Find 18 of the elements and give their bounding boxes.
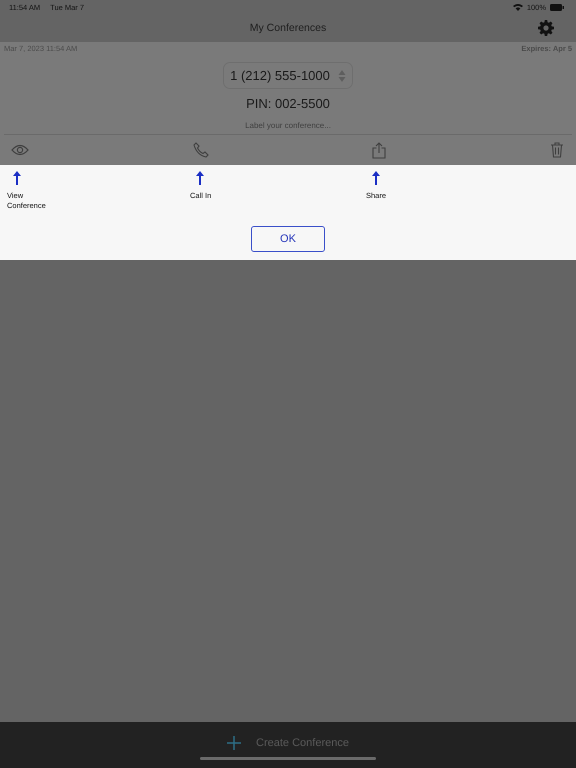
up-arrow-icon [13, 171, 21, 185]
plus-icon [227, 736, 242, 750]
nav-title: My Conferences [250, 22, 326, 34]
up-arrow-icon [196, 171, 204, 185]
phone-number-picker[interactable]: 1 (212) 555-1000 [223, 62, 353, 89]
stepper-arrows-icon [338, 68, 346, 82]
create-conference-button[interactable]: Create Conference [227, 736, 349, 750]
pin-text: PIN: 002-5500 [246, 96, 330, 111]
trash-icon[interactable] [550, 142, 564, 158]
battery-icon [550, 4, 564, 10]
phone-icon[interactable] [192, 142, 209, 158]
eye-icon[interactable] [11, 144, 29, 156]
wifi-icon [512, 3, 523, 11]
settings-icon[interactable] [538, 20, 554, 36]
ok-button[interactable]: OK [251, 226, 325, 252]
up-arrow-icon [372, 171, 380, 185]
share-icon[interactable] [372, 142, 386, 158]
label-field[interactable]: Label your conference... [4, 117, 572, 135]
